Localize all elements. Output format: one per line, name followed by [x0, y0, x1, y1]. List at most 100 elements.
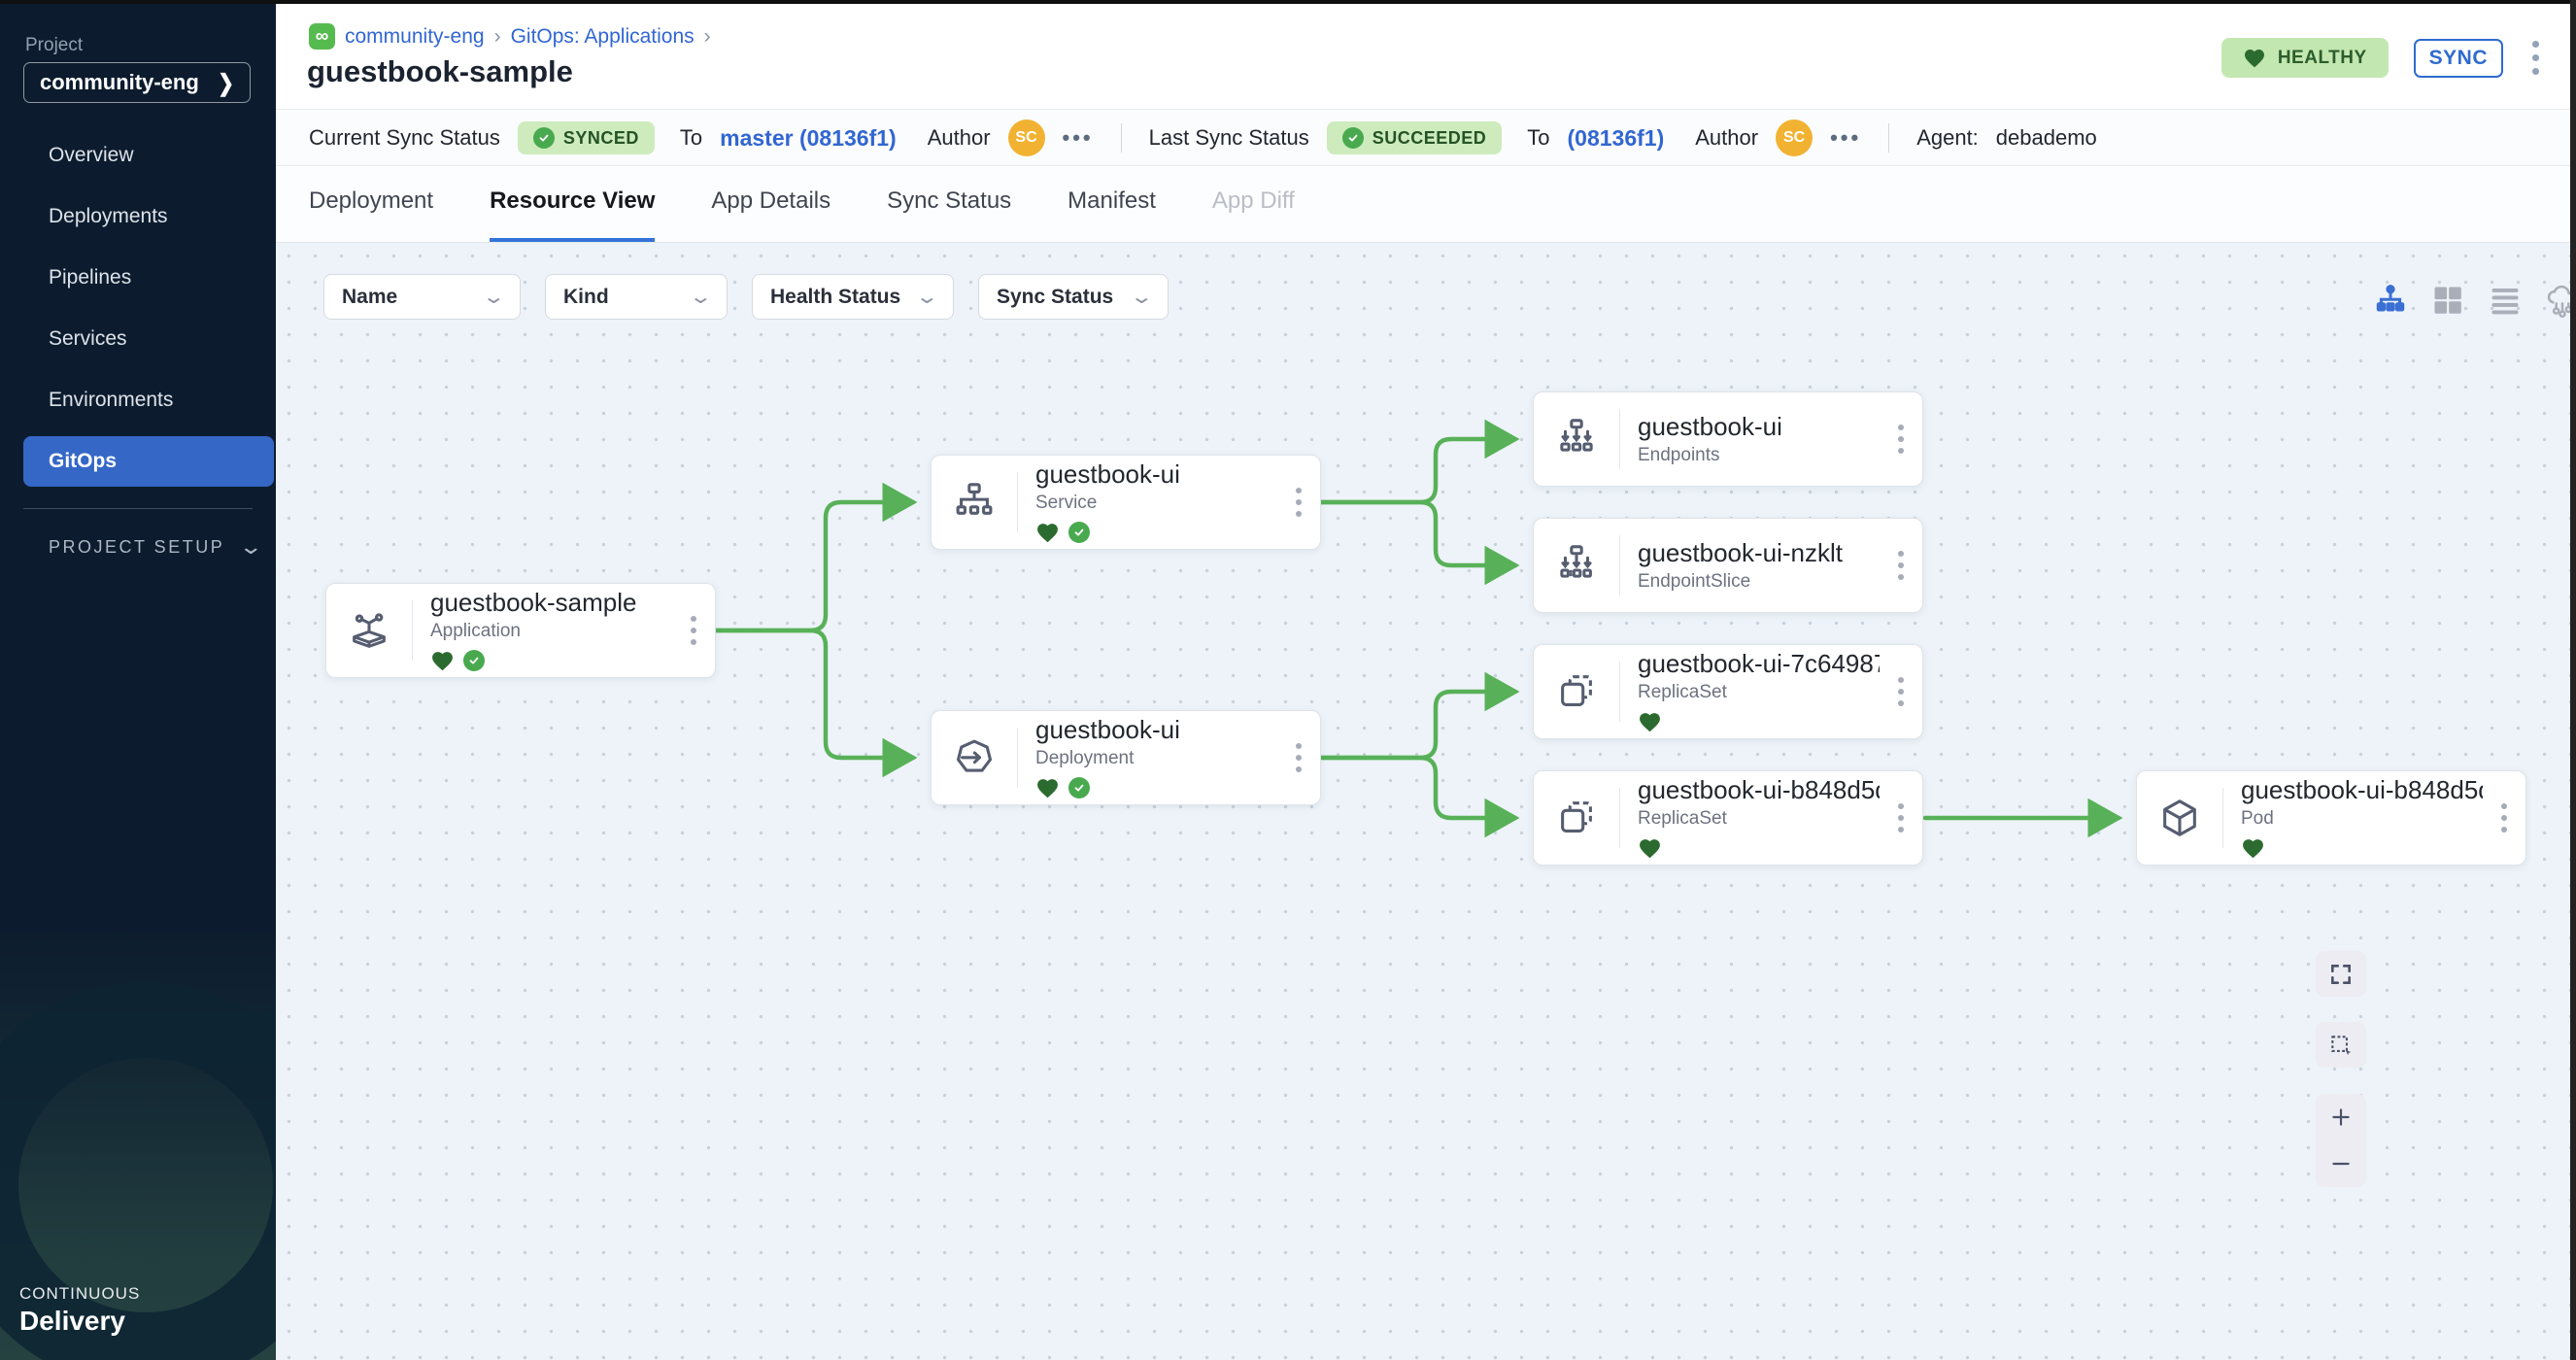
filter-kind-dropdown[interactable]: Kind ⌄ — [545, 274, 728, 320]
resource-tree-canvas[interactable]: Name ⌄ Kind ⌄ Health Status ⌄ Sync Statu… — [276, 243, 2576, 1360]
chevron-down-icon: ⌄ — [689, 285, 713, 309]
filter-sync-status-dropdown[interactable]: Sync Status ⌄ — [978, 274, 1169, 320]
sidebar-item-gitops[interactable]: GitOps — [23, 436, 274, 487]
node-pod-guestbook-ui-b848d5d9[interactable]: guestbook-ui-b848d5d9... Pod — [2136, 770, 2526, 866]
filter-health-status-dropdown[interactable]: Health Status ⌄ — [752, 274, 954, 320]
app-menu-button[interactable] — [2528, 37, 2543, 79]
node-menu-button[interactable] — [1880, 551, 1922, 580]
breadcrumb-project-link[interactable]: community-eng — [345, 25, 485, 49]
sidebar-item-services[interactable]: Services — [0, 308, 276, 369]
tab-sync-status[interactable]: Sync Status — [887, 187, 1011, 242]
breadcrumb-separator-icon: › — [494, 25, 501, 49]
node-deployment-guestbook-ui[interactable]: guestbook-ui Deployment — [931, 710, 1321, 805]
tab-deployment[interactable]: Deployment — [309, 187, 433, 242]
node-menu-button[interactable] — [672, 616, 715, 645]
author-avatar[interactable]: SC — [1776, 119, 1813, 156]
breadcrumb-separator-icon: › — [704, 25, 711, 49]
health-status-badge[interactable]: HEALTHY — [2221, 38, 2389, 78]
sidebar-item-pipelines[interactable]: Pipelines — [0, 247, 276, 308]
node-application-guestbook-sample[interactable]: guestbook-sample Application — [325, 583, 716, 678]
last-sync-status-label: Last Sync Status — [1149, 125, 1309, 151]
current-sync-target-link[interactable]: master (08136f1) — [720, 125, 897, 152]
main-content: ∞ community-eng › GitOps: Applications ›… — [276, 0, 2576, 1360]
app-tabs: Deployment Resource View App Details Syn… — [276, 167, 2576, 243]
grid-view-button[interactable] — [2429, 282, 2466, 319]
sidebar-item-environments[interactable]: Environments — [0, 369, 276, 430]
zoom-in-button[interactable] — [2316, 1094, 2366, 1140]
healthy-heart-icon — [1035, 776, 1060, 800]
node-status-icons — [1638, 835, 1880, 861]
more-options-button[interactable]: ••• — [1830, 125, 1861, 151]
node-menu-button[interactable] — [1277, 488, 1320, 517]
zoom-out-button[interactable] — [2316, 1140, 2366, 1187]
synced-check-icon — [1068, 522, 1090, 543]
list-view-button[interactable] — [2487, 282, 2524, 319]
gitops-app-page: Project community-eng ❯ Overview Deploym… — [0, 0, 2576, 1360]
node-kind: ReplicaSet — [1638, 808, 1880, 830]
node-replicaset-guestbook-ui-7c64987dc9[interactable]: guestbook-ui-7c64987dc9 ReplicaSet — [1533, 644, 1923, 739]
node-replicaset-guestbook-ui-b848d5d9d[interactable]: guestbook-ui-b848d5d9d ReplicaSet — [1533, 770, 1923, 866]
tab-app-details[interactable]: App Details — [711, 187, 830, 242]
resource-filters: Name ⌄ Kind ⌄ Health Status ⌄ Sync Statu… — [323, 274, 1169, 320]
node-title: guestbook-ui-nzklt — [1638, 538, 1880, 568]
zoom-control — [2316, 1094, 2366, 1187]
node-kind: Service — [1035, 493, 1277, 514]
node-kind: ReplicaSet — [1638, 682, 1880, 703]
filter-name-dropdown[interactable]: Name ⌄ — [323, 274, 521, 320]
author-avatar[interactable]: SC — [1008, 119, 1045, 156]
endpointslice-icon — [1534, 543, 1619, 588]
node-title: guestbook-ui — [1035, 459, 1277, 490]
project-label: Project — [25, 35, 83, 56]
node-menu-button[interactable] — [1880, 425, 1922, 454]
sync-status-bar: Current Sync Status SYNCED To master (08… — [276, 111, 2576, 166]
node-kind: Pod — [2241, 808, 2483, 830]
breadcrumb-section-link[interactable]: GitOps: Applications — [511, 25, 695, 49]
module-brand: CONTINUOUS Delivery — [19, 1284, 140, 1337]
author-label: Author — [928, 125, 991, 151]
project-selector[interactable]: community-eng ❯ — [23, 62, 251, 103]
breadcrumb: ∞ community-eng › GitOps: Applications › — [309, 23, 711, 50]
node-endpointslice-guestbook-ui-nzklt[interactable]: guestbook-ui-nzklt EndpointSlice — [1533, 518, 1923, 613]
check-circle-icon — [1342, 127, 1364, 149]
node-status-icons — [430, 648, 672, 673]
node-kind: Endpoints — [1638, 445, 1880, 466]
synced-check-icon — [463, 650, 485, 671]
last-sync-target-link[interactable]: (08136f1) — [1568, 125, 1665, 152]
succeeded-badge: SUCCEEDED — [1327, 121, 1503, 154]
node-menu-button[interactable] — [1880, 803, 1922, 833]
fit-to-screen-button[interactable] — [2316, 951, 2366, 997]
node-menu-button[interactable] — [1277, 743, 1320, 772]
agent-label: Agent: — [1916, 125, 1979, 151]
brand-line1: CONTINUOUS — [19, 1284, 140, 1304]
tab-resource-view[interactable]: Resource View — [490, 187, 655, 242]
tab-app-diff[interactable]: App Diff — [1212, 187, 1295, 242]
marquee-select-button[interactable] — [2316, 1022, 2366, 1068]
tree-view-button[interactable] — [2372, 282, 2409, 319]
node-menu-button[interactable] — [1880, 677, 1922, 706]
node-service-guestbook-ui[interactable]: guestbook-ui Service — [931, 455, 1321, 550]
node-title: guestbook-ui-b848d5d9d — [1638, 775, 1880, 805]
sync-button[interactable]: SYNC — [2414, 39, 2503, 78]
sidebar-item-deployments[interactable]: Deployments — [0, 186, 276, 247]
endpoints-icon — [1534, 417, 1619, 461]
healthy-heart-icon — [1035, 521, 1060, 545]
to-label: To — [1527, 125, 1549, 151]
sidebar-item-project-setup[interactable]: PROJECT SETUP ⌄ — [49, 534, 276, 560]
agent-value: debademo — [1996, 125, 2097, 151]
header-actions: HEALTHY SYNC — [2221, 37, 2543, 79]
scrollbar-track[interactable] — [2570, 0, 2576, 1360]
sidebar-item-overview[interactable]: Overview — [0, 124, 276, 186]
node-status-icons — [1035, 775, 1277, 800]
page-title: guestbook-sample — [307, 54, 573, 89]
node-menu-button[interactable] — [2483, 803, 2525, 833]
more-options-button[interactable]: ••• — [1063, 125, 1094, 151]
node-endpoints-guestbook-ui[interactable]: guestbook-ui Endpoints — [1533, 391, 1923, 487]
pod-icon — [2137, 796, 2222, 840]
check-circle-icon — [533, 127, 555, 149]
deployment-icon — [932, 735, 1017, 780]
view-toolbar — [2372, 282, 2576, 319]
replicaset-icon — [1534, 669, 1619, 714]
node-title: guestbook-ui — [1035, 715, 1277, 745]
tab-manifest[interactable]: Manifest — [1068, 187, 1156, 242]
current-sync-status-label: Current Sync Status — [309, 125, 500, 151]
